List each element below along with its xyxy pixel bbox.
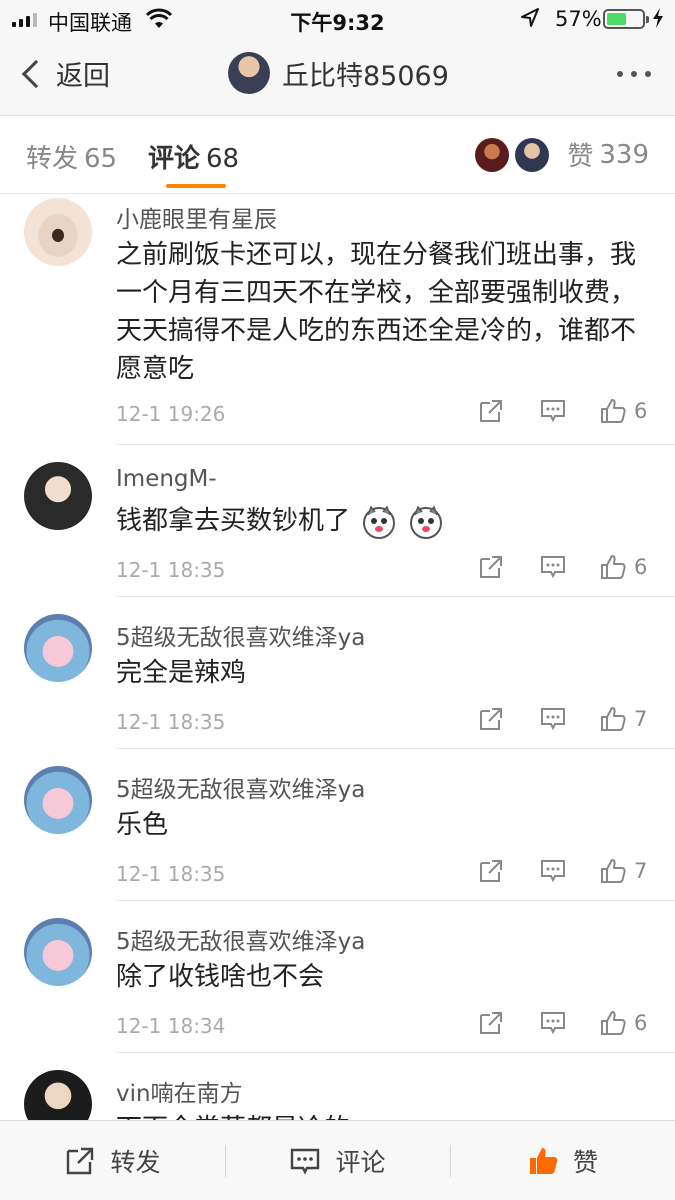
commenter-avatar[interactable] — [24, 462, 92, 530]
nav-title-group[interactable]: 丘比特85069 — [228, 52, 449, 94]
thumbs-up-icon[interactable] — [600, 1010, 626, 1036]
comment-label: 评论 — [335, 1147, 386, 1177]
comment-actions: 7 — [478, 706, 647, 732]
tab-repost-count: 65 — [84, 144, 118, 174]
share-icon[interactable] — [478, 858, 504, 884]
more-options-icon[interactable] — [617, 71, 651, 77]
commenter-name[interactable]: 5超级无敌很喜欢维泽ya — [116, 922, 365, 956]
share-icon[interactable] — [478, 1010, 504, 1036]
comment-item: 5超级无敌很喜欢维泽ya 乐色 12-1 18:35 7 — [0, 750, 675, 901]
commenter-avatar[interactable] — [24, 614, 92, 682]
comment-text: 除了收钱啥也不会 — [116, 962, 325, 992]
nav-bar: 返回 丘比特85069 — [0, 40, 675, 116]
commenter-avatar[interactable] — [24, 766, 92, 834]
back-button[interactable]: 返回 — [18, 54, 110, 93]
share-icon[interactable] — [478, 554, 504, 580]
commenter-name[interactable]: 5超级无敌很喜欢维泽ya — [116, 618, 365, 652]
husky-emoji-icon — [409, 505, 442, 539]
liker-avatar — [475, 137, 510, 172]
share-icon[interactable] — [478, 398, 504, 424]
comment-like-count: 7 — [634, 707, 648, 731]
comment-like-count: 6 — [634, 1011, 648, 1035]
comment-like-count: 6 — [634, 399, 648, 423]
reply-icon[interactable] — [540, 554, 566, 580]
thumbs-up-icon[interactable] — [600, 398, 626, 424]
comment-text: 乐色 — [116, 810, 169, 840]
location-arrow-icon — [520, 7, 540, 34]
tab-repost-label: 转发 — [26, 144, 79, 174]
comment-text: 完全是辣鸡 — [116, 658, 247, 688]
reply-icon[interactable] — [540, 706, 566, 732]
comment-list: 小鹿眼里有星辰 之前刷饭卡还可以，现在分餐我们班出事，我一个月有三四天不在学校，… — [0, 194, 675, 1120]
comment-button[interactable]: 评论 — [225, 1121, 450, 1200]
commenter-avatar[interactable] — [24, 198, 92, 266]
comment-time: 12-1 18:35 — [116, 710, 226, 734]
comment-time: 12-1 19:26 — [116, 402, 226, 426]
author-avatar[interactable] — [228, 52, 270, 94]
reply-icon[interactable] — [540, 858, 566, 884]
back-label: 返回 — [56, 61, 110, 92]
thumbs-up-icon[interactable] — [600, 706, 626, 732]
tab-comment-label: 评论 — [148, 144, 201, 174]
tab-comment[interactable]: 评论 68 — [148, 138, 239, 175]
like-button[interactable]: 赞 — [450, 1121, 675, 1200]
tab-repost[interactable]: 转发 65 — [26, 138, 117, 175]
divider — [116, 444, 675, 445]
liker-avatar — [515, 137, 550, 172]
repost-label: 转发 — [110, 1147, 161, 1177]
commenter-avatar[interactable] — [24, 918, 92, 986]
comment-actions: 6 — [478, 554, 647, 580]
like-label: 赞 — [572, 1147, 598, 1177]
charging-bolt-icon — [652, 7, 664, 34]
repost-button[interactable]: 转发 — [0, 1121, 225, 1200]
comment-item: ImengM- 钱都拿去买数钞机了 12-1 18:35 6 — [0, 446, 675, 597]
status-bar: 中国联通 下午9:32 57% — [0, 0, 675, 40]
tab-bar: 转发 65 评论 68 赞 339 — [0, 116, 675, 194]
battery-icon — [603, 9, 649, 29]
comment-actions: 7 — [478, 858, 647, 884]
share-icon — [67, 1147, 94, 1174]
reply-icon[interactable] — [540, 398, 566, 424]
bottom-toolbar: 转发 评论 赞 — [0, 1120, 675, 1200]
commenter-name[interactable]: 小鹿眼里有星辰 — [116, 200, 277, 234]
comment-item: vin喃在南方 下面全常菜都是冷的 — [0, 1054, 675, 1120]
divider — [116, 596, 675, 597]
comment-icon — [291, 1148, 320, 1175]
chevron-left-icon — [21, 59, 51, 88]
comment-text: 下面全常菜都是冷的 — [116, 1110, 646, 1120]
commenter-name[interactable]: 5超级无敌很喜欢维泽ya — [116, 770, 365, 804]
commenter-name[interactable]: vin喃在南方 — [116, 1074, 243, 1108]
comment-time: 12-1 18:34 — [116, 1014, 226, 1038]
comment-like-count: 6 — [634, 555, 648, 579]
thumbs-up-icon — [529, 1147, 558, 1174]
tab-like-label: 赞 — [567, 142, 594, 172]
reply-icon[interactable] — [540, 1010, 566, 1036]
divider — [116, 748, 675, 749]
commenter-avatar[interactable] — [24, 1070, 92, 1120]
thumbs-up-icon[interactable] — [600, 554, 626, 580]
comment-item: 小鹿眼里有星辰 之前刷饭卡还可以，现在分餐我们班出事，我一个月有三四天不在学校，… — [0, 194, 675, 445]
share-icon[interactable] — [478, 706, 504, 732]
comment-time: 12-1 18:35 — [116, 558, 226, 582]
comment-text: 之前刷饭卡还可以，现在分餐我们班出事，我一个月有三四天不在学校，全部要强制收费，… — [116, 240, 637, 384]
comment-actions: 6 — [478, 1010, 647, 1036]
tab-likes[interactable]: 赞 339 — [475, 136, 649, 173]
battery-percent: 57% — [555, 7, 602, 31]
comment-like-count: 7 — [634, 859, 648, 883]
husky-emoji-icon — [363, 505, 396, 539]
comment-item: 5超级无敌很喜欢维泽ya 完全是辣鸡 12-1 18:35 7 — [0, 598, 675, 749]
page-title: 丘比特85069 — [282, 60, 449, 92]
comment-item: 5超级无敌很喜欢维泽ya 除了收钱啥也不会 12-1 18:34 6 — [0, 902, 675, 1053]
thumbs-up-icon[interactable] — [600, 858, 626, 884]
tab-comment-count: 68 — [206, 144, 240, 174]
commenter-name[interactable]: ImengM- — [116, 466, 217, 492]
divider — [116, 1052, 675, 1053]
comment-text: 钱都拿去买数钞机了 — [116, 506, 351, 536]
divider — [116, 900, 675, 901]
comment-actions: 6 — [478, 398, 647, 424]
tab-like-count: 339 — [599, 139, 649, 170]
active-tab-indicator — [166, 184, 226, 188]
comment-time: 12-1 18:35 — [116, 862, 226, 886]
